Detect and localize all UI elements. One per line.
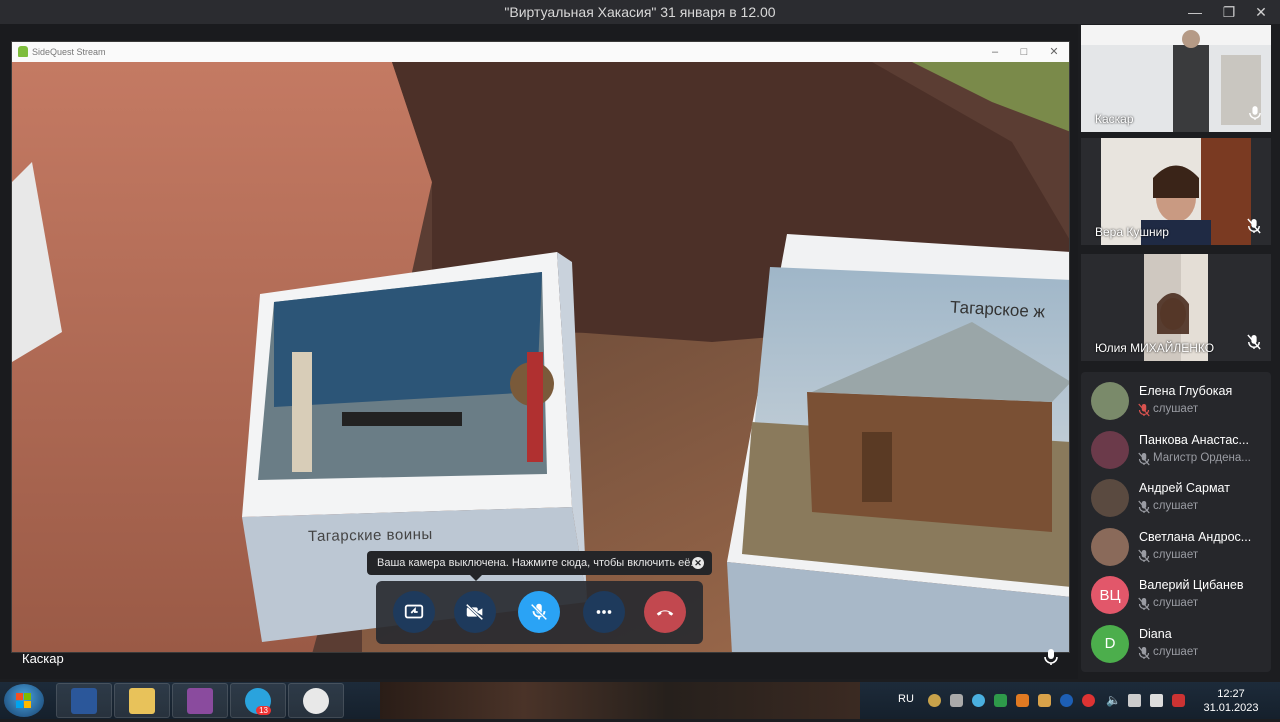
- restore-icon[interactable]: ❐: [1214, 0, 1244, 24]
- main-stream-area[interactable]: SideQuest Stream – □ ✕ Тагарские воины Т…: [0, 24, 1078, 679]
- sq-maximize-icon[interactable]: □: [1013, 44, 1035, 60]
- participant-status: слушает: [1153, 645, 1199, 658]
- toast-text: Ваша камера выключена. Нажмите сюда, что…: [377, 557, 694, 569]
- skype-icon[interactable]: [928, 694, 941, 707]
- bluetooth-icon[interactable]: [1060, 694, 1073, 707]
- call-controls: [376, 581, 703, 644]
- video-tile-kaskar[interactable]: Каскар: [1081, 25, 1271, 132]
- sq-close-icon[interactable]: ✕: [1043, 44, 1065, 60]
- mic-off-icon: [1138, 549, 1150, 568]
- file-explorer-taskbar-button[interactable]: [114, 683, 170, 718]
- hang-up-button[interactable]: [644, 591, 686, 633]
- participant-row[interactable]: D Diana слушает: [1081, 621, 1271, 669]
- sq-minimize-icon[interactable]: –: [984, 44, 1006, 60]
- mic-off-icon: [1138, 452, 1150, 471]
- chrome-icon: [303, 687, 329, 714]
- mic-off-icon: [1138, 646, 1150, 665]
- system-clock[interactable]: 12:27 31.01.2023: [1196, 687, 1266, 715]
- participant-name: Панкова Анастас...: [1139, 432, 1249, 447]
- mic-off-icon: [1138, 500, 1150, 519]
- participant-status: слушает: [1153, 500, 1199, 512]
- network-app-icon[interactable]: [972, 694, 985, 707]
- participant-row[interactable]: Светлана Андрос... слушает: [1081, 524, 1271, 572]
- android-icon: [18, 46, 28, 57]
- windows-logo-icon: [16, 693, 31, 708]
- participant-status: Магистр Ордена...: [1153, 451, 1251, 464]
- shield-icon[interactable]: [994, 694, 1007, 707]
- network-icon[interactable]: [1128, 694, 1141, 707]
- mic-toggle-button[interactable]: [518, 591, 560, 633]
- participants-list: Елена Глубокая слушает Панкова Анастас... М…: [1081, 372, 1271, 672]
- start-button[interactable]: [4, 684, 44, 717]
- tile-name: Юлия МИХАЙЛЕНКО: [1095, 341, 1215, 355]
- presenter-name: Каскар: [22, 651, 64, 666]
- video-tile-vera[interactable]: Вера Кушнир: [1081, 138, 1271, 245]
- tile-name: Каскар: [1095, 112, 1134, 126]
- hang-up-icon: [656, 610, 674, 616]
- participant-name: Валерий Цибанев: [1139, 578, 1244, 592]
- mic-off-icon: [1247, 218, 1261, 239]
- camera-off-icon: [465, 603, 484, 621]
- participant-status: слушает: [1153, 548, 1199, 561]
- participant-name: Светлана Андрос...: [1139, 529, 1252, 544]
- telegram-taskbar-button[interactable]: 13: [230, 683, 286, 718]
- mic-off-icon: [1138, 403, 1150, 422]
- flag-icon[interactable]: [1172, 694, 1185, 707]
- folder-icon: [129, 687, 155, 714]
- mic-off-icon: [1138, 597, 1150, 616]
- tile-name: Вера Кушнир: [1095, 225, 1169, 239]
- windows-taskbar: RU 🔈 12:27 31.01.2023 13: [0, 682, 1280, 719]
- sidequest-titlebar: SideQuest Stream – □ ✕: [12, 42, 1069, 62]
- avatar: [1091, 382, 1129, 420]
- ftp-icon[interactable]: [1038, 694, 1051, 707]
- participant-row[interactable]: Панкова Анастас... Магистр Ордена...: [1081, 427, 1271, 475]
- mic-icon: [1044, 648, 1058, 671]
- chrome-taskbar-button[interactable]: [288, 683, 344, 718]
- unread-badge: 13: [256, 706, 271, 715]
- camera-toggle-button[interactable]: [454, 591, 496, 633]
- window-titlebar: "Виртуальная Хакасия" 31 января в 12.00 …: [0, 0, 1280, 24]
- avatar: [1091, 479, 1129, 517]
- clock-date: 31.01.2023: [1203, 702, 1259, 714]
- avatar: [1091, 430, 1129, 469]
- video-tile-yulia[interactable]: Юлия МИХАЙЛЕНКО: [1081, 254, 1271, 361]
- participant-row[interactable]: ВЦ Валерий Цибанев слушает: [1081, 572, 1271, 620]
- display-icon[interactable]: [1150, 694, 1163, 707]
- more-icon: [596, 610, 612, 614]
- app-icon[interactable]: [1016, 694, 1029, 707]
- taskbar-background-image: [380, 682, 860, 719]
- toast-close-icon[interactable]: ✕: [692, 557, 704, 569]
- clock-time: 12:27: [1217, 688, 1245, 700]
- word-icon: [71, 687, 97, 714]
- sidequest-title: SideQuest Stream: [32, 47, 106, 57]
- opera-icon[interactable]: [1082, 694, 1095, 707]
- participant-status: слушает: [1153, 403, 1199, 415]
- camera-off-toast[interactable]: Ваша камера выключена. Нажмите сюда, что…: [367, 551, 712, 575]
- participant-name: Андрей Сармат: [1139, 481, 1230, 495]
- avatar: [1091, 527, 1129, 566]
- close-icon[interactable]: ✕: [1246, 0, 1276, 24]
- more-options-button[interactable]: [583, 591, 625, 633]
- archive-icon: [187, 687, 213, 714]
- share-screen-button[interactable]: [393, 591, 435, 633]
- share-screen-icon: [404, 604, 424, 619]
- language-indicator[interactable]: RU: [898, 693, 914, 705]
- lock-icon[interactable]: [950, 694, 963, 707]
- participant-name: Diana: [1139, 626, 1172, 641]
- window-title: "Виртуальная Хакасия" 31 января в 12.00: [504, 4, 776, 20]
- mic-icon: [1249, 105, 1261, 126]
- mic-off-icon: [1247, 334, 1261, 355]
- participant-status: слушает: [1153, 597, 1199, 609]
- participant-name: Елена Глубокая: [1139, 384, 1233, 398]
- word-taskbar-button[interactable]: [56, 683, 112, 718]
- winrar-taskbar-button[interactable]: [172, 683, 228, 718]
- avatar: ВЦ: [1091, 576, 1129, 614]
- cube-label-warriors: Тагарские воины: [307, 525, 433, 546]
- mic-off-icon: [530, 603, 548, 621]
- volume-icon[interactable]: 🔈: [1106, 694, 1121, 707]
- avatar: D: [1091, 624, 1129, 663]
- participant-row[interactable]: Андрей Сармат слушает: [1081, 475, 1271, 523]
- minimize-icon[interactable]: —: [1180, 0, 1210, 24]
- participant-row[interactable]: Елена Глубокая слушает: [1081, 378, 1271, 426]
